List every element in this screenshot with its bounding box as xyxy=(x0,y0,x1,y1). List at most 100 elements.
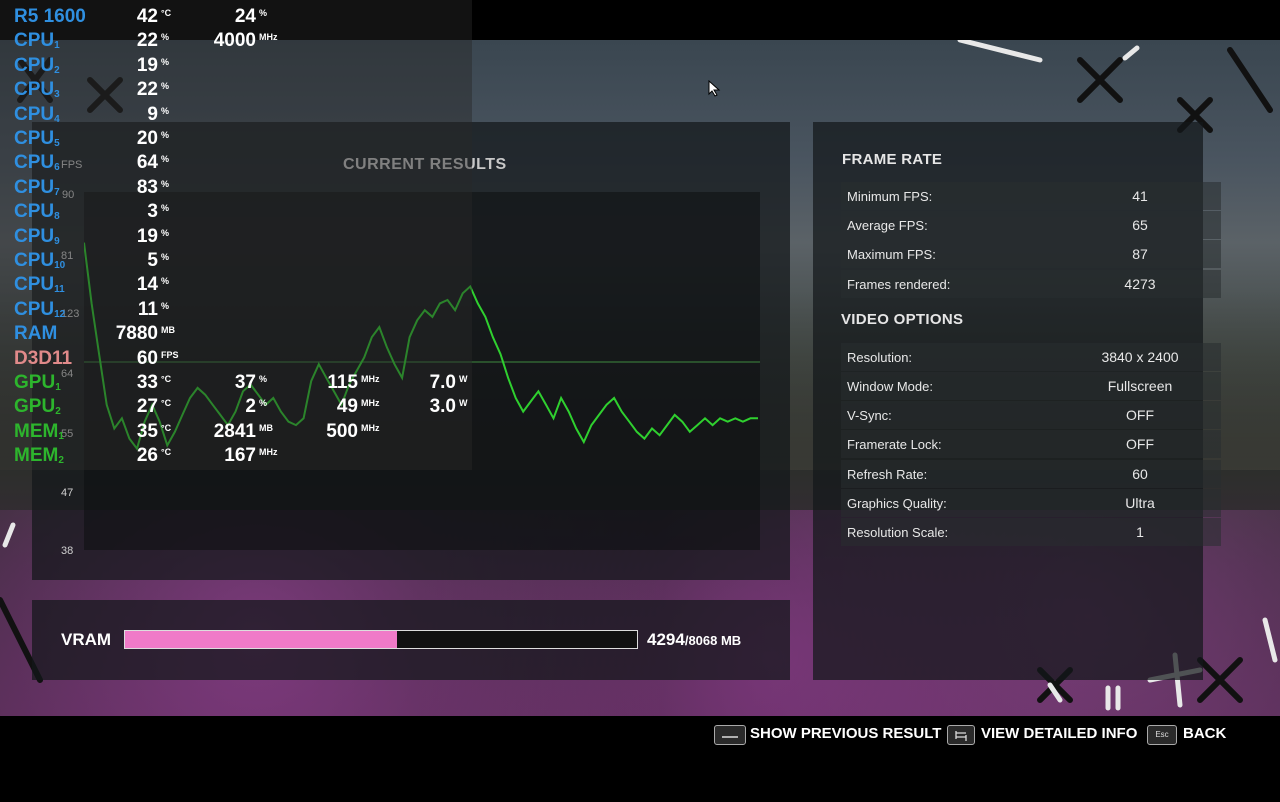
osd-unit: W xyxy=(459,374,468,384)
osd-unit: °C xyxy=(161,8,172,18)
osd-value: 49 xyxy=(336,396,358,418)
osd-label-index: 3 xyxy=(54,89,60,101)
back-button[interactable]: BACK xyxy=(1183,725,1226,745)
osd-value: 115 xyxy=(327,372,358,393)
frame-rate-title: FRAME RATE xyxy=(842,151,943,168)
osd-label-text: CPU xyxy=(14,176,55,198)
osd-unit: % xyxy=(161,203,170,214)
osd-label: CPU9 xyxy=(14,226,60,248)
video-options-title: VIDEO OPTIONS xyxy=(841,311,964,328)
osd-row: CPU2 19% xyxy=(0,55,472,79)
frame-rate-row: Maximum FPS: 87 xyxy=(841,240,1221,268)
frame-rate-row: Average FPS: 65 xyxy=(841,211,1221,239)
osd-label-text: CPU xyxy=(14,225,55,247)
osd-label: CPU4 xyxy=(14,104,60,126)
osd-label-text: CPU xyxy=(14,274,55,296)
osd-label-index: 12 xyxy=(54,308,66,320)
osd-label: CPU7 xyxy=(14,177,60,199)
row-value: Ultra xyxy=(1125,495,1155,511)
osd-label-text: CPU xyxy=(14,298,55,320)
osd-label-text: CPU xyxy=(14,54,55,76)
row-label: Graphics Quality: xyxy=(847,496,947,511)
row-label: Framerate Lock: xyxy=(847,437,942,452)
osd-row: CPU7 83% xyxy=(0,177,472,201)
vram-value: 4294/8068 MB xyxy=(647,630,741,650)
video-option-row: V-Sync: OFF xyxy=(841,401,1221,429)
osd-row: R5 1600 42 °C 24% xyxy=(0,6,472,30)
osd-label: GPU1 xyxy=(14,372,61,394)
osd-value: 19 xyxy=(136,54,158,76)
row-value: OFF xyxy=(1126,407,1154,423)
row-label: Resolution: xyxy=(847,350,913,365)
osd-label-text: CPU xyxy=(14,128,55,149)
osd-label-text: CPU xyxy=(14,79,55,101)
osd-value: 3 xyxy=(147,201,158,223)
osd-value: 60 xyxy=(136,347,158,369)
osd-label-index: 6 xyxy=(54,162,60,174)
show-previous-result-button[interactable]: SHOW PREVIOUS RESULT xyxy=(750,725,941,745)
osd-label-index: 2 xyxy=(54,64,60,76)
osd-unit: % xyxy=(161,300,170,311)
row-value: Fullscreen xyxy=(1107,378,1173,394)
osd-value: 22 xyxy=(136,79,158,101)
osd-label-text: R5 1600 xyxy=(14,6,86,27)
osd-unit: % xyxy=(161,252,170,262)
osd-value: 14 xyxy=(136,274,158,296)
osd-row: CPU11 14% xyxy=(0,274,472,298)
osd-label: GPU2 xyxy=(14,396,61,418)
osd-label: CPU6 xyxy=(14,152,60,174)
osd-value: 35 xyxy=(136,420,158,442)
osd-row: CPU9 19% xyxy=(0,226,472,250)
osd-label: CPU10 xyxy=(14,250,65,272)
osd-row: MEM1 35 °C 2841 MB 500 MHz xyxy=(0,421,472,445)
osd-value: 24 xyxy=(234,6,256,27)
osd-label: CPU11 xyxy=(14,274,65,296)
space-key-icon[interactable] xyxy=(714,725,746,745)
osd-value: 2841 xyxy=(213,420,256,442)
osd-value: 37 xyxy=(234,372,256,393)
view-detailed-info-button[interactable]: VIEW DETAILED INFO xyxy=(981,725,1137,745)
osd-label: CPU5 xyxy=(14,128,60,150)
osd-row: MEM2 26 °C 167 MHz xyxy=(0,445,472,469)
osd-row: CPU8 3% xyxy=(0,201,472,225)
video-option-row: Framerate Lock: OFF xyxy=(841,430,1221,458)
osd-row: GPU2 27 °C 2% 49 MHz 3.0 W xyxy=(0,396,472,420)
osd-label: CPU3 xyxy=(14,79,60,101)
osd-label-text: RAM xyxy=(14,323,58,345)
osd-value: 7.0 xyxy=(429,372,456,393)
osd-label: D3D11 xyxy=(14,348,72,370)
osd-label-index: 5 xyxy=(54,138,60,149)
osd-unit: °C xyxy=(161,374,172,384)
osd-label-index: 1 xyxy=(58,430,64,442)
osd-unit: % xyxy=(259,398,268,409)
osd-value: 2 xyxy=(245,396,256,418)
esc-key-icon[interactable]: Esc xyxy=(1147,725,1177,745)
frame-rate-row: Frames rendered: 4273 xyxy=(841,270,1221,298)
row-value: 87 xyxy=(1132,246,1148,262)
row-value: 41 xyxy=(1132,188,1148,204)
video-option-row: Window Mode: Fullscreen xyxy=(841,372,1221,400)
osd-label-index: 10 xyxy=(54,260,66,271)
osd-row: CPU5 20% xyxy=(0,128,472,152)
video-option-row: Resolution: 3840 x 2400 xyxy=(841,343,1221,371)
osd-unit: MHz xyxy=(259,32,278,43)
osd-unit: MHz xyxy=(259,447,278,458)
osd-row: CPU1 22% 4000 MHz xyxy=(0,30,472,54)
osd-label-text: MEM xyxy=(14,445,59,467)
osd-value: 11 xyxy=(137,298,158,320)
osd-unit: % xyxy=(161,105,170,116)
osd-value: 64 xyxy=(136,152,158,174)
osd-value: 7880 xyxy=(115,323,158,345)
osd-row: CPU4 9% xyxy=(0,104,472,128)
tab-key-icon[interactable] xyxy=(947,725,975,745)
osd-label-index: 11 xyxy=(54,284,65,296)
osd-row: RAM 7880 MB xyxy=(0,323,472,347)
row-value: OFF xyxy=(1126,436,1154,452)
osd-unit: % xyxy=(161,154,170,165)
osd-unit: % xyxy=(259,8,268,18)
row-label: V-Sync: xyxy=(847,408,892,423)
vram-usage-bar xyxy=(124,630,638,649)
osd-label-index: 2 xyxy=(58,455,64,467)
osd-unit: °C xyxy=(161,422,172,433)
osd-unit: % xyxy=(161,32,170,43)
